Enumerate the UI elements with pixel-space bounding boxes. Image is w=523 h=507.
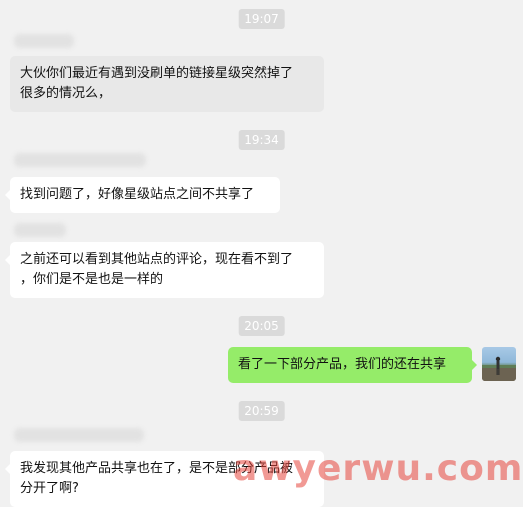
user-avatar[interactable]: [482, 347, 516, 381]
message-bubble[interactable]: 大伙你们最近有遇到没刷单的链接星级突然掉了 很多的情况么，: [10, 56, 324, 112]
message-text: 找到问题了，好像星级站点之间不共享了: [20, 187, 255, 202]
my-message-bubble[interactable]: 看了一下部分产品，我们的还在共享: [228, 347, 477, 383]
message-bubble[interactable]: 找到问题了，好像星级站点之间不共享了: [5, 177, 280, 213]
message-text: 大伙你们最近有遇到没刷单的链接星级突然掉了: [20, 66, 294, 81]
message-text: ，你们是不是也是一样的: [20, 272, 164, 287]
timestamp: 20:59: [238, 401, 285, 421]
sender-name-blurred: [14, 223, 66, 237]
message-text: 之前还可以看到其他站点的评论，现在看不到了: [20, 252, 294, 267]
watermark: awyerwu.com: [233, 448, 523, 489]
sender-name-blurred: [14, 153, 146, 167]
timestamp: 20:05: [238, 316, 285, 336]
message-text: 看了一下部分产品，我们的还在共享: [238, 357, 447, 372]
message-bubble[interactable]: 之前还可以看到其他站点的评论，现在看不到了 ，你们是不是也是一样的: [5, 242, 324, 298]
sender-name-blurred: [14, 428, 144, 442]
timestamp: 19:07: [238, 9, 285, 29]
sender-name-blurred: [14, 34, 74, 48]
avatar-photo-icon: [482, 356, 516, 381]
timestamp: 19:34: [238, 130, 285, 150]
message-text: 很多的情况么，: [20, 86, 112, 101]
